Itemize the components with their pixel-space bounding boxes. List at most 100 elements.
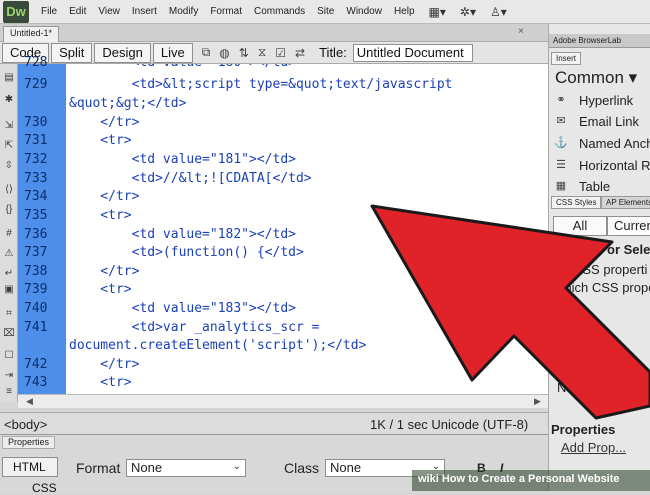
syntax-coloring-icon[interactable]: ▣ bbox=[3, 284, 15, 296]
line-number: 737 bbox=[24, 245, 48, 260]
code-line[interactable]: <td value="181"></td> bbox=[69, 151, 296, 169]
code-line[interactable]: <tr> bbox=[69, 207, 131, 225]
code-line[interactable]: <td>(function() {</td> bbox=[69, 244, 304, 262]
scroll-left-icon[interactable]: ◀ bbox=[26, 396, 33, 407]
preview-icon[interactable]: ◍ bbox=[219, 46, 229, 60]
code-line[interactable]: <td>//&lt;![CDATA[</td> bbox=[69, 170, 312, 188]
code-line[interactable]: document.createElement('script');</td> bbox=[69, 337, 366, 355]
title-input[interactable]: Untitled Document bbox=[352, 43, 473, 62]
code-line[interactable]: <tr> bbox=[69, 132, 131, 150]
line-numbers-icon[interactable]: # bbox=[3, 228, 15, 240]
insert-named-anchor[interactable]: ⚓ Named Anchor bbox=[553, 133, 650, 153]
menu-view[interactable]: View bbox=[98, 6, 120, 17]
code-line[interactable]: <td>&lt;script type=&quot;text/javascrip… bbox=[69, 76, 453, 94]
select-parent-tag-icon[interactable]: ⟨⟩ bbox=[3, 184, 15, 196]
browser-check-icon[interactable]: ⇄ bbox=[295, 46, 305, 60]
show-code-navigator-icon[interactable]: ✱ bbox=[3, 94, 15, 106]
insert-item-label: Table bbox=[579, 178, 611, 194]
line-number: 743 bbox=[24, 375, 48, 390]
chevron-down-icon: ⌄ bbox=[232, 461, 241, 472]
code-line[interactable]: </tr> bbox=[69, 356, 139, 374]
scroll-right-icon[interactable]: ▶ bbox=[534, 396, 541, 407]
class-label: Class bbox=[284, 460, 320, 476]
file-management-icon[interactable]: ⇅ bbox=[239, 46, 249, 60]
line-number: 728 bbox=[24, 55, 48, 70]
insert-panel-tab[interactable]: Insert bbox=[551, 52, 582, 65]
menu-edit[interactable]: Edit bbox=[69, 6, 86, 17]
menu-help[interactable]: Help bbox=[394, 6, 415, 17]
named-anchor-icon: ⚓ bbox=[554, 137, 568, 149]
design-view-button[interactable]: Design bbox=[94, 42, 151, 63]
collapse-tag-icon[interactable]: ⇲ bbox=[3, 120, 15, 132]
wrap-tag-icon[interactable]: ☐ bbox=[3, 350, 15, 362]
menu-site[interactable]: Site bbox=[317, 6, 334, 17]
menu-window[interactable]: Window bbox=[346, 6, 382, 17]
browserlab-panel-header[interactable]: Adobe BrowserLab bbox=[549, 34, 650, 48]
menu-insert[interactable]: Insert bbox=[132, 6, 157, 17]
remove-comment-icon[interactable]: ⌧ bbox=[3, 328, 15, 340]
current-rules-button[interactable]: Current bbox=[607, 216, 650, 236]
visual-aids-icon[interactable]: ⧖ bbox=[258, 45, 266, 60]
code-editor[interactable]: <td value="180"></td> <td>&lt;script typ… bbox=[66, 64, 548, 394]
menu-format[interactable]: Format bbox=[210, 6, 242, 17]
insert-hyperlink[interactable]: ⚭ Hyperlink bbox=[553, 90, 633, 110]
no-rules-text: No CSS rules ap bbox=[557, 380, 650, 395]
css-styles-tab[interactable]: CSS Styles bbox=[551, 196, 602, 209]
code-line[interactable]: <td value="180"></td> bbox=[69, 64, 296, 72]
highlight-invalid-icon[interactable]: ⚠ bbox=[3, 248, 15, 260]
ap-elements-tab[interactable]: AP Elements bbox=[601, 196, 650, 209]
insert-category-select[interactable]: Common ▾ bbox=[555, 68, 637, 88]
add-property-link[interactable]: Add Prop... bbox=[561, 440, 626, 455]
validate-icon[interactable]: ☑ bbox=[275, 46, 286, 60]
code-line[interactable]: <td value="183"></td> bbox=[69, 300, 296, 318]
coding-toolbar: ▤ ✱ ⇲ ⇱ ⇳ ⟨⟩ {} # ⚠ ↵ ▣ ⌗ ⌧ ☐ ⇥ ≡ bbox=[0, 64, 18, 402]
insert-item-label: Email Link bbox=[579, 113, 639, 129]
menu-commands[interactable]: Commands bbox=[254, 6, 305, 17]
insert-table[interactable]: ▦ Table bbox=[553, 176, 610, 196]
code-line[interactable]: <tr> bbox=[69, 374, 131, 392]
multiscreen-icon[interactable]: ⧉ bbox=[202, 45, 211, 60]
insert-email-link[interactable]: ✉ Email Link bbox=[553, 111, 639, 131]
open-documents-icon[interactable]: ▤ bbox=[3, 72, 15, 84]
menu-file[interactable]: File bbox=[41, 6, 57, 17]
layout-icon[interactable]: ▦▾ bbox=[429, 5, 446, 19]
html-mode-label: HTML bbox=[13, 460, 46, 474]
line-number: 733 bbox=[24, 171, 48, 186]
sync-icon[interactable]: ♙▾ bbox=[490, 5, 507, 19]
line-number: 732 bbox=[24, 152, 48, 167]
tag-selector[interactable]: <body> bbox=[4, 417, 47, 432]
recent-snippets-icon[interactable]: ⇥ bbox=[3, 370, 15, 382]
line-number: 742 bbox=[24, 357, 48, 372]
apply-comment-icon[interactable]: ⌗ bbox=[3, 308, 15, 320]
word-wrap-icon[interactable]: ↵ bbox=[3, 268, 15, 280]
format-select[interactable]: None ⌄ bbox=[126, 459, 246, 477]
selection-heading: or Selec bbox=[607, 242, 650, 257]
css-mode-button[interactable]: CSS bbox=[2, 481, 58, 495]
code-line[interactable]: </tr> bbox=[69, 188, 139, 206]
menu-modify[interactable]: Modify bbox=[169, 6, 198, 17]
code-line[interactable]: &quot;&gt;</td> bbox=[69, 95, 186, 113]
expand-all-icon[interactable]: ⇳ bbox=[3, 160, 15, 172]
document-tab[interactable]: Untitled-1* bbox=[3, 26, 60, 42]
balance-braces-icon[interactable]: {} bbox=[3, 204, 15, 216]
html-mode-button[interactable]: HTML bbox=[2, 457, 58, 477]
code-line[interactable]: <td>var _analytics_scr = bbox=[69, 319, 320, 337]
code-line[interactable]: </tr> bbox=[69, 263, 139, 281]
menu-bar: Dw File Edit View Insert Modify Format C… bbox=[0, 0, 650, 24]
watermark: wiki How to Create a Personal Website bbox=[412, 470, 650, 491]
properties-tab[interactable]: Properties bbox=[2, 436, 56, 449]
collapse-selection-icon[interactable]: ⇱ bbox=[3, 140, 15, 152]
line-number: 736 bbox=[24, 227, 48, 242]
status-bar: <body> 1K / 1 sec Unicode (UTF-8) bbox=[0, 412, 548, 434]
insert-horizontal-rule[interactable]: ☰ Horizontal Rule bbox=[553, 155, 650, 175]
gear-icon[interactable]: ✲▾ bbox=[460, 5, 476, 19]
horizontal-scrollbar[interactable]: ◀ ▶ bbox=[18, 394, 548, 408]
line-number: 734 bbox=[24, 189, 48, 204]
code-line[interactable]: <tr> bbox=[69, 281, 131, 299]
code-line[interactable]: </tr> bbox=[69, 114, 139, 132]
close-icon[interactable]: × bbox=[518, 26, 524, 37]
all-rules-button[interactable]: All bbox=[553, 216, 607, 236]
live-view-button[interactable]: Live bbox=[152, 42, 193, 63]
move-css-icon[interactable]: ≡ bbox=[3, 386, 15, 398]
code-line[interactable]: <td value="182"></td> bbox=[69, 226, 296, 244]
